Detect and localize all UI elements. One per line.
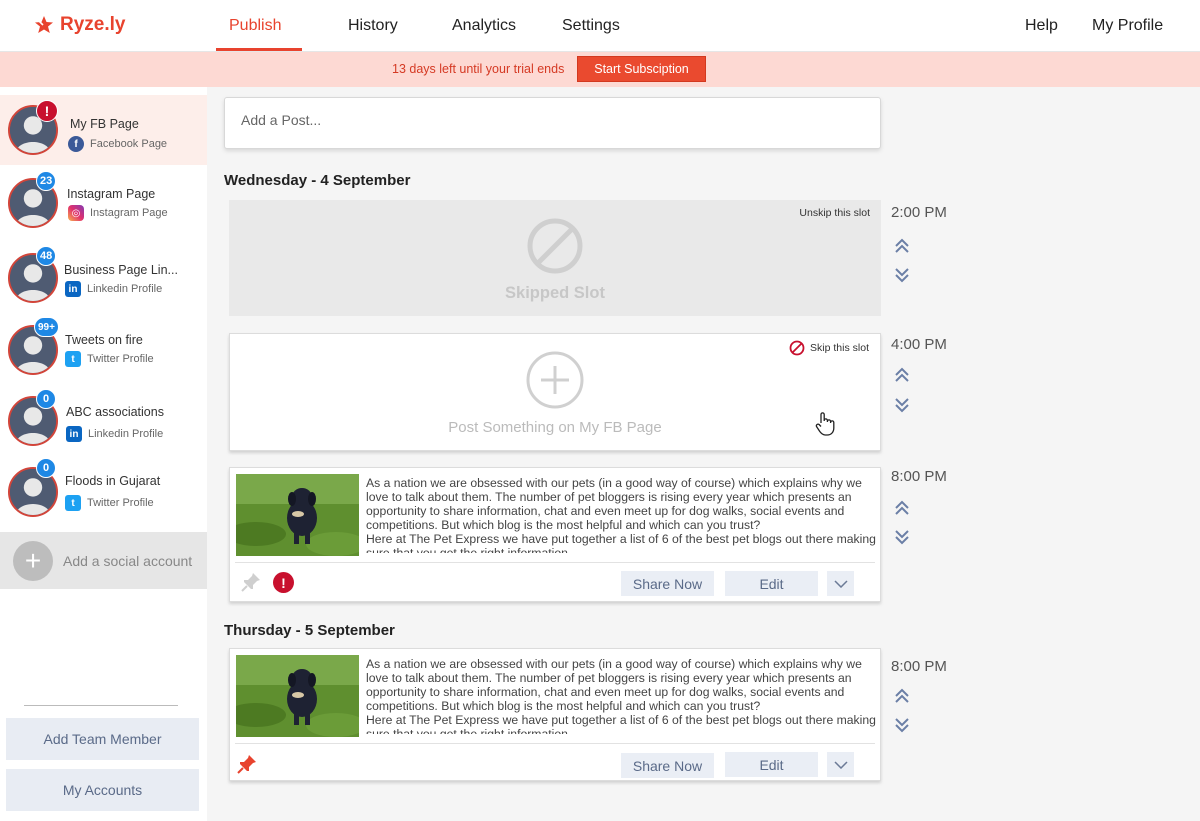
tab-publish[interactable]: Publish bbox=[229, 17, 281, 35]
account-name: My FB Page bbox=[70, 117, 139, 131]
twitter-icon: t bbox=[65, 351, 81, 367]
account-name: Floods in Gujarat bbox=[65, 474, 161, 488]
add-social-account-label: Add a social account bbox=[63, 553, 193, 569]
account-name: ABC associations bbox=[66, 405, 164, 419]
post-divider bbox=[235, 743, 875, 744]
post-something-label: Post Something on My FB Page bbox=[448, 419, 662, 436]
chevron-down-icon bbox=[833, 760, 848, 769]
account-type: Twitter Profile bbox=[87, 353, 154, 365]
linkedin-icon: in bbox=[65, 281, 81, 297]
account-type: Twitter Profile bbox=[87, 497, 154, 509]
add-team-member-button[interactable]: Add Team Member bbox=[6, 718, 199, 760]
twitter-icon: t bbox=[65, 495, 81, 511]
edit-button[interactable]: Edit bbox=[725, 752, 818, 777]
move-down-icon[interactable] bbox=[893, 528, 911, 546]
error-badge: ! bbox=[36, 100, 58, 122]
puppy-photo-icon bbox=[236, 655, 359, 737]
move-up-icon[interactable] bbox=[893, 366, 911, 384]
logo-icon bbox=[35, 16, 53, 33]
count-badge: 0 bbox=[36, 389, 56, 409]
sidebar-account-tweets-on-fire[interactable]: 99+ Tweets on fire t Twitter Profile bbox=[0, 310, 207, 380]
post-text: As a nation we are obsessed with our pet… bbox=[366, 657, 876, 734]
tab-settings[interactable]: Settings bbox=[562, 17, 620, 35]
sidebar-account-my-fb-page[interactable]: ! My FB Page f Facebook Page bbox=[0, 95, 207, 165]
slot-time: 8:00 PM bbox=[891, 658, 947, 675]
post-thumbnail bbox=[236, 474, 359, 556]
puppy-photo-icon bbox=[236, 474, 359, 556]
slot-time: 4:00 PM bbox=[891, 336, 947, 353]
post-divider bbox=[235, 562, 875, 563]
account-type: Instagram Page bbox=[90, 207, 168, 219]
post-text: As a nation we are obsessed with our pet… bbox=[366, 476, 876, 553]
error-icon[interactable]: ! bbox=[273, 572, 294, 593]
help-link[interactable]: Help bbox=[1025, 17, 1058, 35]
sidebar: ! My FB Page f Facebook Page 23 Instagra… bbox=[0, 87, 207, 821]
instagram-icon: ◎ bbox=[68, 205, 84, 221]
pinned-icon[interactable] bbox=[236, 753, 258, 775]
tab-history[interactable]: History bbox=[348, 17, 398, 35]
account-name: Tweets on fire bbox=[65, 333, 143, 347]
account-type: Linkedin Profile bbox=[87, 283, 163, 295]
add-post-plus-icon[interactable] bbox=[525, 350, 585, 410]
linkedin-icon: in bbox=[66, 426, 82, 442]
pin-icon[interactable] bbox=[240, 571, 262, 593]
move-down-icon[interactable] bbox=[893, 396, 911, 414]
sidebar-divider bbox=[24, 705, 178, 706]
share-now-button[interactable]: Share Now bbox=[621, 753, 714, 778]
account-name: Business Page Lin... bbox=[64, 263, 178, 277]
scheduled-post-card[interactable]: As a nation we are obsessed with our pet… bbox=[229, 648, 881, 781]
add-post-box[interactable] bbox=[224, 97, 881, 149]
top-nav: Ryze.ly Publish History Analytics Settin… bbox=[0, 0, 1200, 52]
sidebar-account-floods-in-gujarat[interactable]: 0 Floods in Gujarat t Twitter Profile bbox=[0, 453, 207, 523]
hand-cursor-icon bbox=[814, 411, 838, 442]
move-up-icon[interactable] bbox=[893, 687, 911, 705]
move-down-icon[interactable] bbox=[893, 266, 911, 284]
add-post-input[interactable] bbox=[241, 112, 841, 128]
logo-text: Ryze.ly bbox=[60, 14, 126, 35]
empty-slot[interactable]: Skip this slot Post Something on My FB P… bbox=[229, 333, 881, 451]
more-options-dropdown[interactable] bbox=[827, 571, 854, 596]
active-tab-indicator bbox=[216, 48, 302, 51]
sidebar-account-instagram-page[interactable]: 23 Instagram Page ◎ Instagram Page bbox=[0, 166, 207, 236]
account-name: Instagram Page bbox=[67, 187, 156, 201]
chevron-down-icon bbox=[833, 579, 848, 588]
move-down-icon[interactable] bbox=[893, 716, 911, 734]
plus-icon: + bbox=[13, 541, 53, 581]
trial-text: 13 days left until your trial ends bbox=[392, 62, 565, 76]
sidebar-account-business-page[interactable]: 48 Business Page Lin... in Linkedin Prof… bbox=[0, 238, 207, 308]
count-badge: 0 bbox=[36, 458, 56, 478]
sidebar-account-abc-associations[interactable]: 0 ABC associations in Linkedin Profile bbox=[0, 382, 207, 452]
skipped-slot-label: Skipped Slot bbox=[505, 284, 605, 302]
account-type: Linkedin Profile bbox=[88, 428, 164, 440]
my-profile-link[interactable]: My Profile bbox=[1092, 17, 1163, 35]
day-heading: Thursday - 5 September bbox=[224, 622, 395, 639]
slot-time: 2:00 PM bbox=[891, 204, 947, 221]
add-social-account-button[interactable]: + Add a social account bbox=[0, 532, 207, 589]
day-heading: Wednesday - 4 September bbox=[224, 172, 411, 189]
tab-analytics[interactable]: Analytics bbox=[452, 17, 516, 35]
share-now-button[interactable]: Share Now bbox=[621, 571, 714, 596]
move-up-icon[interactable] bbox=[893, 499, 911, 517]
slot-time: 8:00 PM bbox=[891, 468, 947, 485]
count-badge: 99+ bbox=[34, 317, 59, 337]
post-thumbnail bbox=[236, 655, 359, 737]
app-logo[interactable]: Ryze.ly bbox=[34, 14, 125, 36]
facebook-icon: f bbox=[68, 136, 84, 152]
my-accounts-button[interactable]: My Accounts bbox=[6, 769, 199, 811]
more-options-dropdown[interactable] bbox=[827, 752, 854, 777]
move-up-icon[interactable] bbox=[893, 237, 911, 255]
edit-button[interactable]: Edit bbox=[725, 571, 818, 596]
start-subscription-button[interactable]: Start Subsciption bbox=[577, 56, 706, 82]
scheduled-post-card[interactable]: As a nation we are obsessed with our pet… bbox=[229, 467, 881, 602]
account-type: Facebook Page bbox=[90, 138, 168, 150]
skipped-slot: Unskip this slot Skipped Slot bbox=[229, 200, 881, 316]
skip-icon bbox=[527, 218, 583, 274]
